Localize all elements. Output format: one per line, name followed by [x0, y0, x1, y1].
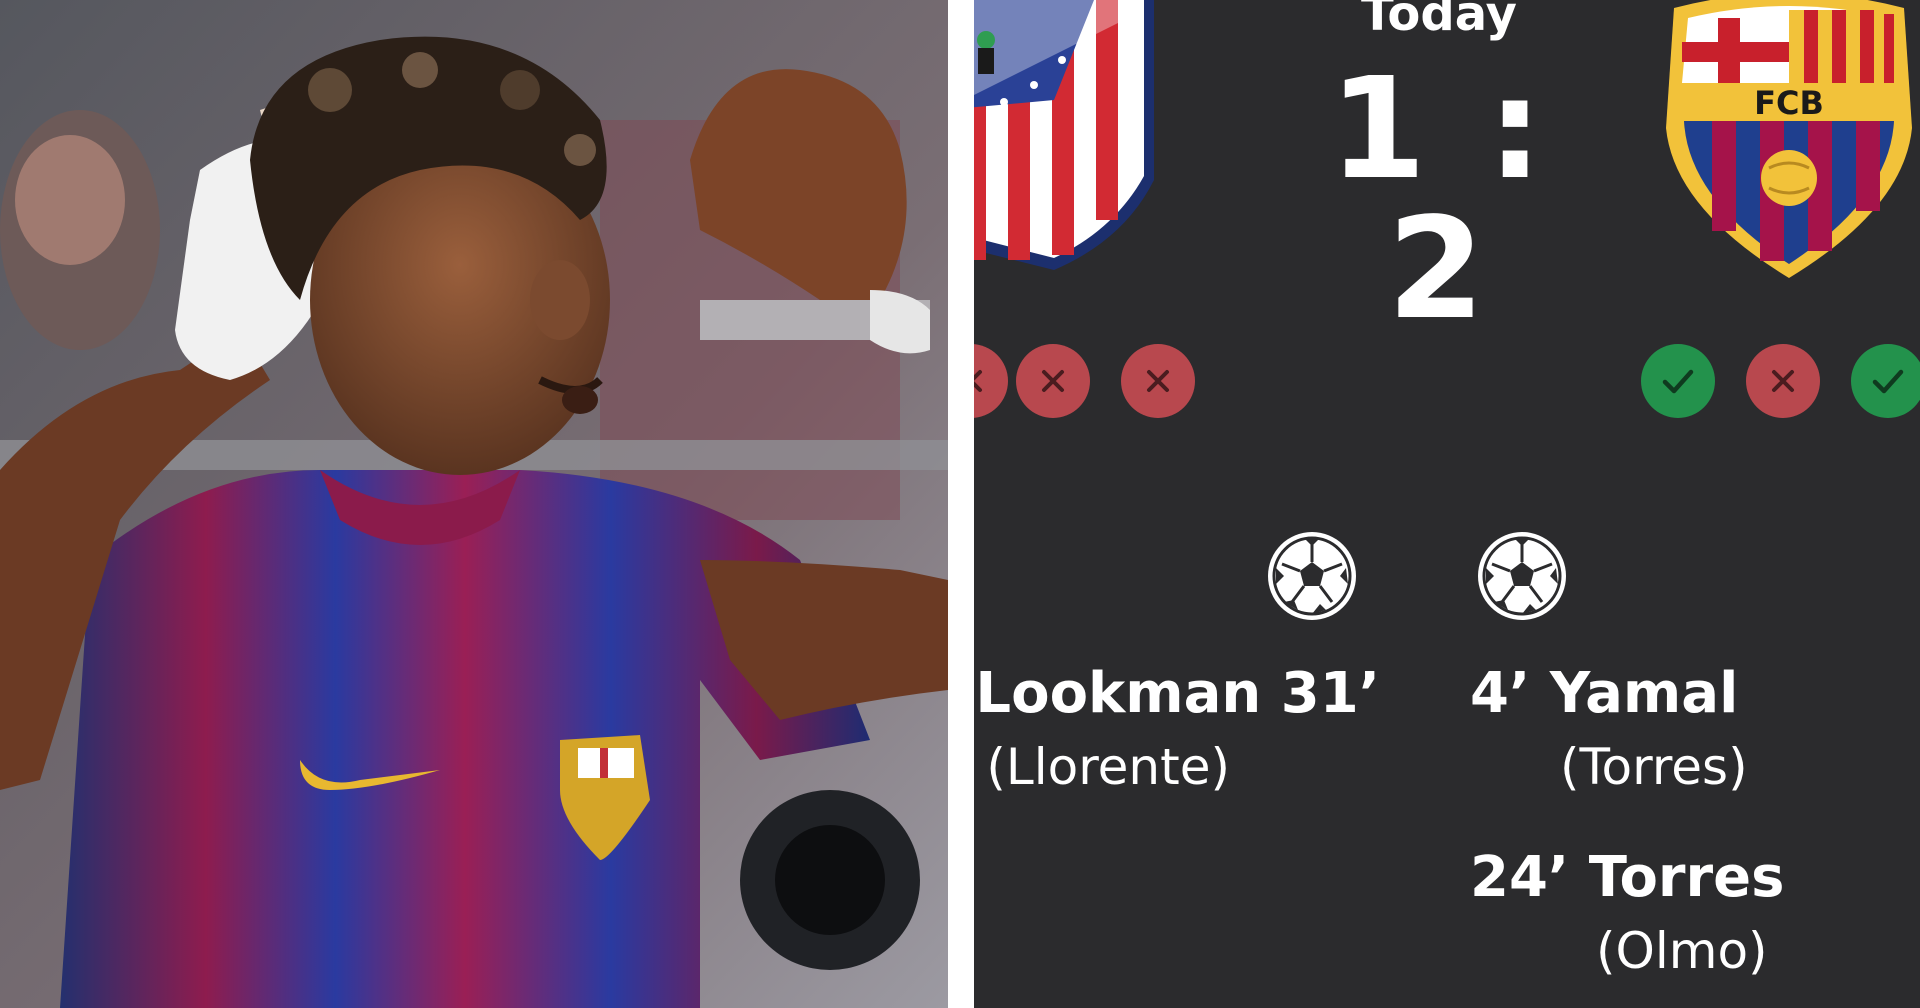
away-crest-initials: FCB [1754, 84, 1824, 122]
away-goals-ball-icon [1478, 532, 1566, 620]
home-form-result-3 [1121, 344, 1195, 418]
match-date-label: Today [1361, 0, 1517, 42]
home-goals-ball-icon [1268, 532, 1356, 620]
win-check-icon [1872, 369, 1904, 394]
away-crest-graphic: FCB [1666, 0, 1912, 278]
loss-x-icon [1147, 370, 1169, 392]
home-team-crest [974, 0, 1174, 284]
away-form-result-1 [1641, 344, 1715, 418]
player-photo-illustration [0, 0, 948, 1008]
home-form-result-1 [974, 344, 1008, 418]
home-goal-scorer: Lookman 31’ [975, 661, 1380, 726]
loss-x-icon [1772, 370, 1794, 392]
away-goal-scorer: 24’ Torres [1470, 845, 1785, 910]
loss-x-icon [1042, 370, 1064, 392]
loss-x-icon [974, 370, 982, 392]
home-goal-assist: (Llorente) [986, 738, 1230, 796]
away-form-result-3 [1851, 344, 1920, 418]
away-goal-assist: (Torres) [1560, 738, 1748, 796]
away-goal-scorer: 4’ Yamal [1470, 661, 1739, 726]
scoreboard-panel: Today 1 : 2 FCB Lookman 31’ (Llorente) 4… [974, 0, 1920, 1008]
win-check-icon [1662, 369, 1694, 394]
player-photo [0, 0, 948, 1008]
panel-divider [948, 0, 974, 1008]
home-form-result-2 [1016, 344, 1090, 418]
home-crest-graphic [974, 0, 1154, 270]
away-team-crest: FCB [1654, 0, 1920, 292]
away-form-result-2 [1746, 344, 1820, 418]
match-score: 1 : 2 [1328, 48, 1550, 351]
away-goal-assist: (Olmo) [1596, 922, 1768, 980]
